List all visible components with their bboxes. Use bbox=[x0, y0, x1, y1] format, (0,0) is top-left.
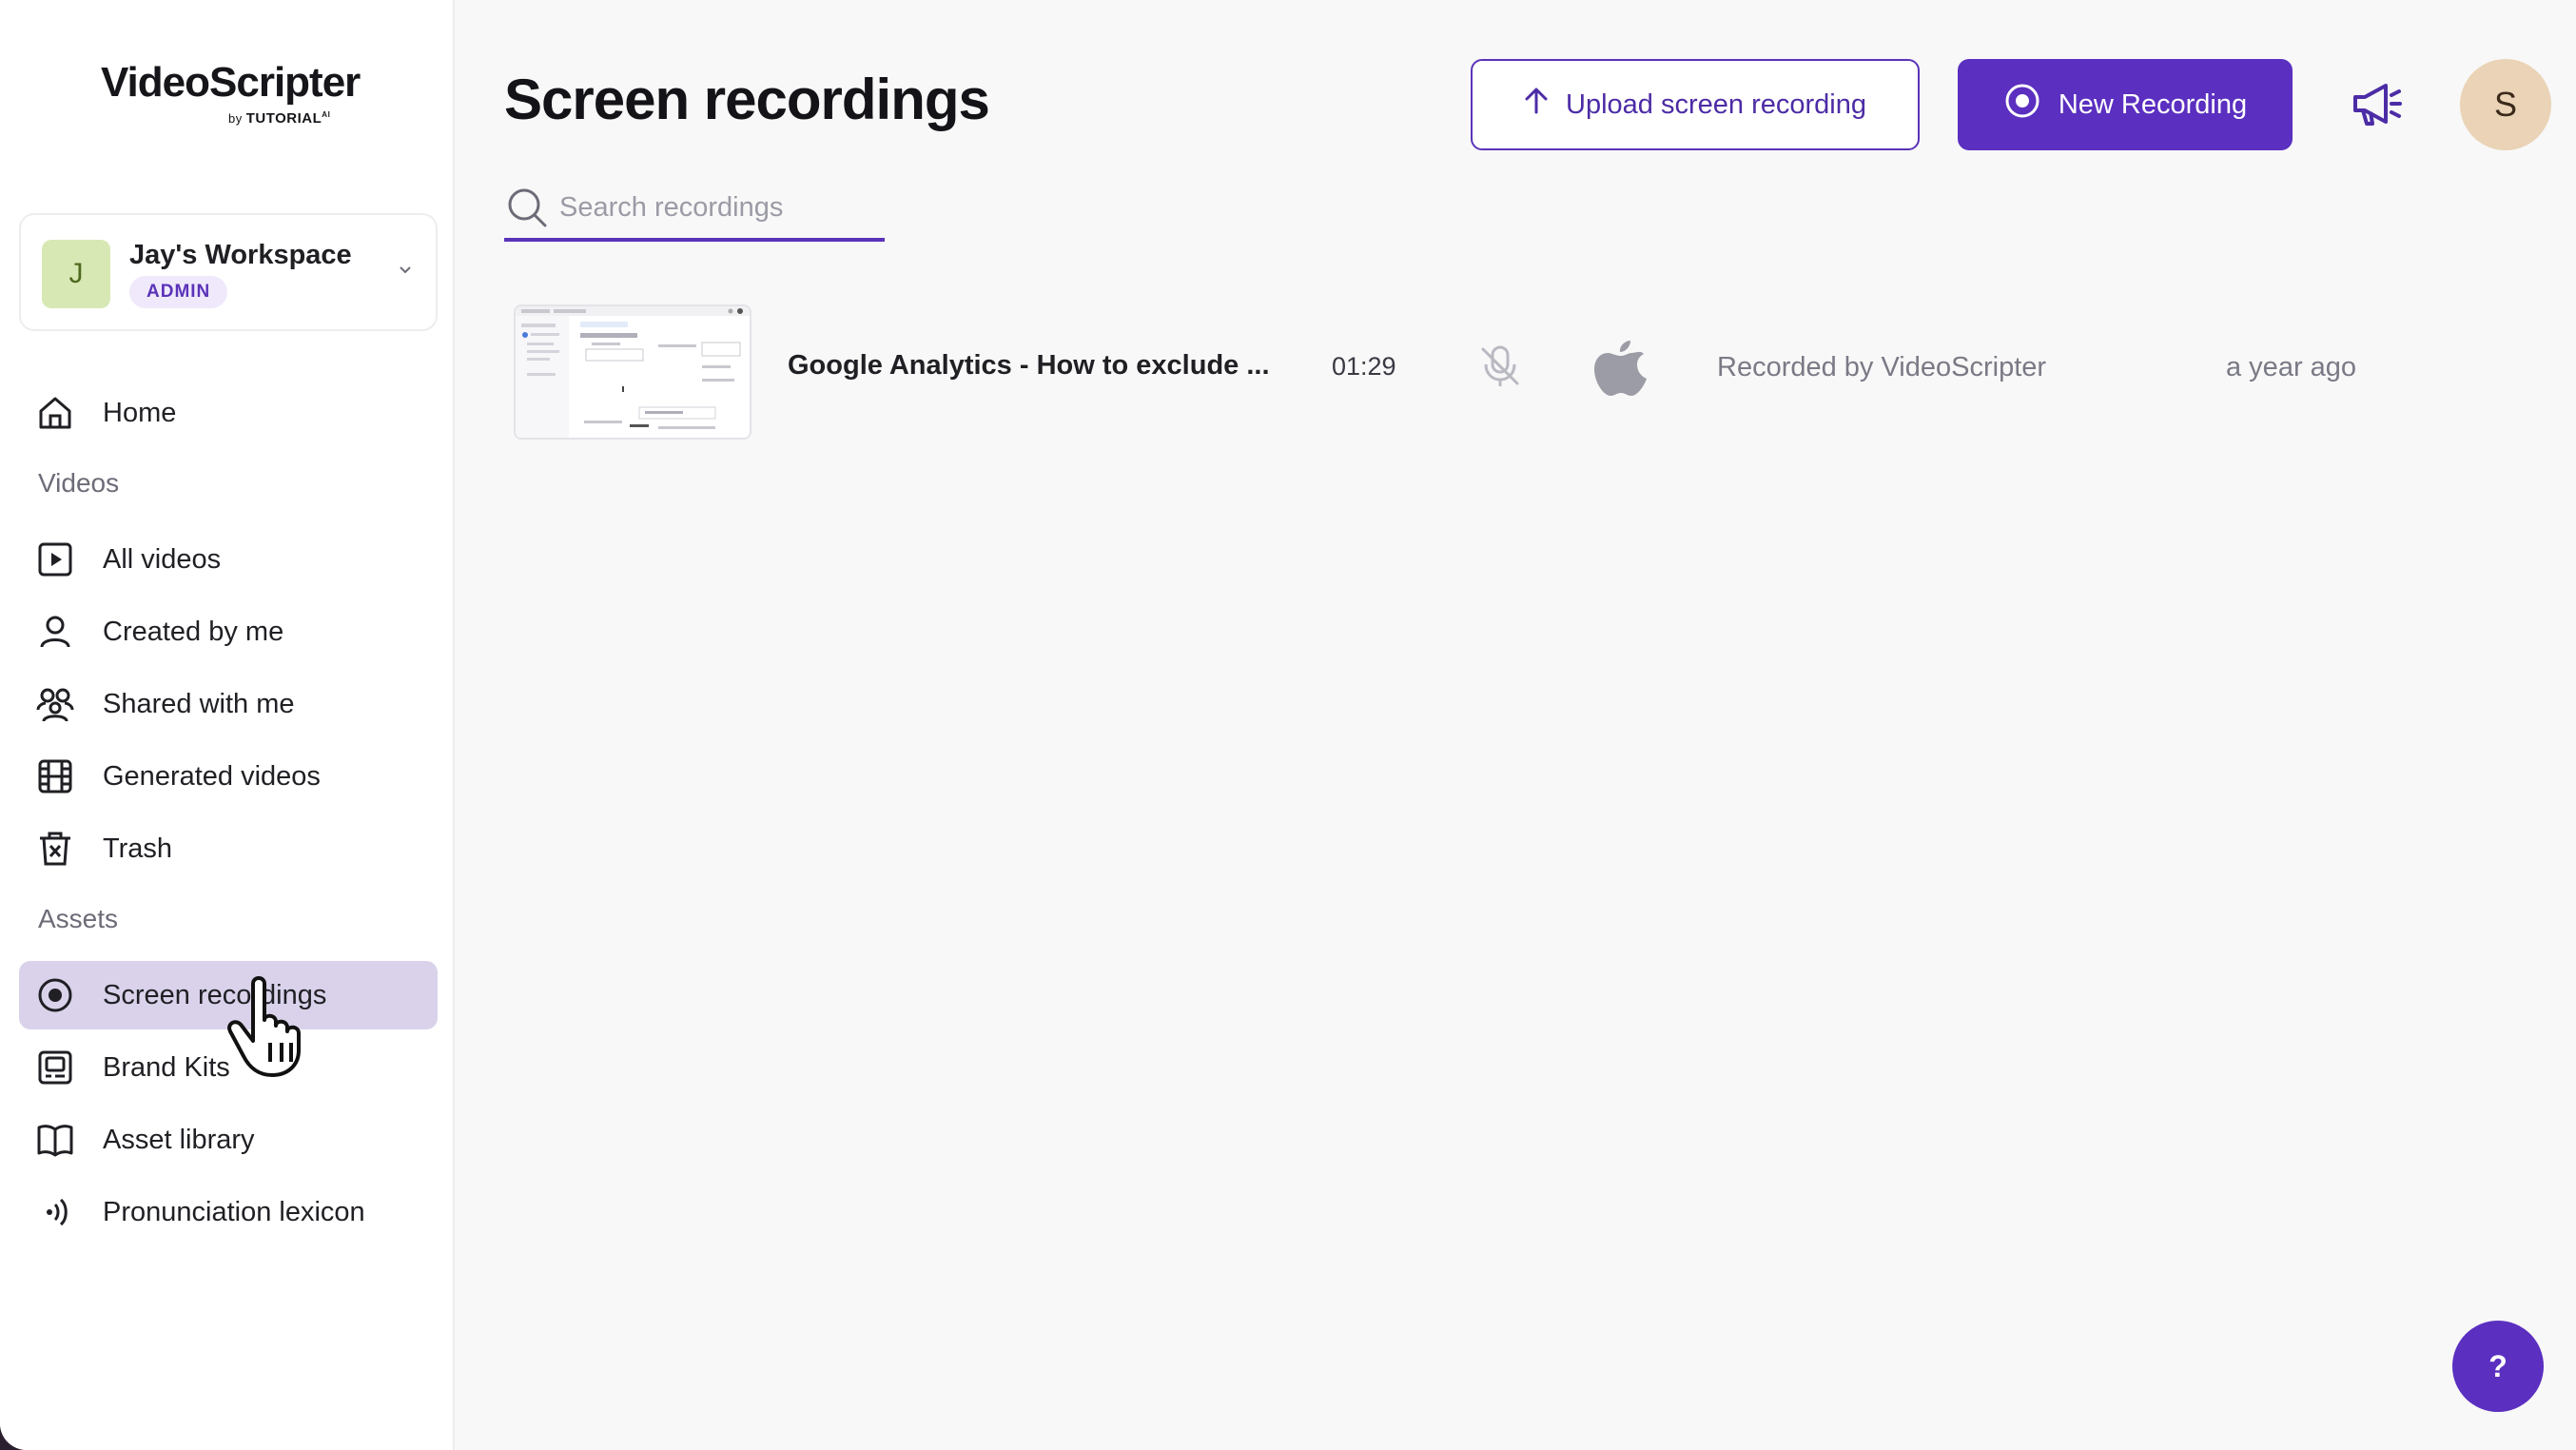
film-icon bbox=[36, 757, 74, 795]
sidebar-section-assets: Assets bbox=[38, 904, 119, 933]
new-recording-label: New Recording bbox=[2058, 88, 2248, 120]
sidebar-item-shared-with-me[interactable]: Shared with me bbox=[19, 670, 438, 738]
recording-source: Recorded by VideoScripter bbox=[1717, 352, 2047, 382]
user-icon bbox=[36, 613, 74, 651]
sidebar: VideoScripter by TUTORIALAI J Jay's Works… bbox=[0, 0, 455, 1450]
sidebar-item-label: Screen recordings bbox=[103, 980, 327, 1010]
megaphone-icon[interactable] bbox=[2348, 76, 2405, 133]
sidebar-item-label: Pronunciation lexicon bbox=[103, 1197, 365, 1227]
sidebar-item-asset-library[interactable]: Asset library bbox=[19, 1106, 438, 1174]
apple-icon bbox=[1592, 337, 1649, 398]
sidebar-item-all-videos[interactable]: All videos bbox=[19, 525, 438, 594]
book-icon bbox=[36, 1121, 74, 1159]
help-button[interactable]: ? bbox=[2452, 1321, 2544, 1412]
recording-row[interactable]: Google Analytics - How to exclude ... 01… bbox=[504, 299, 2407, 441]
record-icon bbox=[2003, 82, 2041, 127]
users-icon bbox=[36, 685, 74, 723]
microphone-off-icon bbox=[1476, 343, 1524, 390]
recording-title[interactable]: Google Analytics - How to exclude ... bbox=[788, 350, 1270, 382]
videoscripter-logo[interactable]: VideoScripter by TUTORIALAI bbox=[101, 59, 361, 135]
workspace-role-badge: ADMIN bbox=[129, 276, 228, 308]
sidebar-item-label: Home bbox=[103, 398, 177, 428]
upload-button-label: Upload screen recording bbox=[1566, 88, 1866, 120]
sidebar-item-generated-videos[interactable]: Generated videos bbox=[19, 742, 438, 811]
logo-wordmark: VideoScripter bbox=[101, 59, 361, 106]
upload-screen-recording-button[interactable]: Upload screen recording bbox=[1471, 59, 1920, 150]
logo-byline: by TUTORIALAI bbox=[228, 110, 330, 127]
sidebar-item-brand-kits[interactable]: Brand Kits bbox=[19, 1033, 438, 1102]
logo-company-suffix: AI bbox=[322, 110, 331, 119]
app-window: VideoScripter by TUTORIALAI J Jay's Works… bbox=[0, 0, 2576, 1450]
search-icon bbox=[506, 186, 548, 228]
sidebar-section-videos: Videos bbox=[38, 468, 120, 498]
arrow-up-icon bbox=[1524, 87, 1549, 123]
chevron-down-icon bbox=[396, 261, 415, 280]
sidebar-item-label: Brand Kits bbox=[103, 1052, 230, 1083]
home-icon bbox=[36, 394, 74, 432]
play-square-icon bbox=[36, 540, 74, 578]
new-recording-button[interactable]: New Recording bbox=[1958, 59, 2293, 150]
logo-company: TUTORIAL bbox=[245, 110, 322, 127]
search-input[interactable] bbox=[559, 186, 873, 228]
sidebar-item-screen-recordings[interactable]: Screen recordings bbox=[19, 961, 438, 1029]
workspace-switcher[interactable]: J Jay's Workspace ADMIN bbox=[19, 213, 438, 331]
logo-by: by bbox=[228, 111, 243, 126]
sidebar-item-label: Generated videos bbox=[103, 761, 321, 792]
sidebar-item-label: Asset library bbox=[103, 1125, 255, 1155]
sidebar-item-label: All videos bbox=[103, 544, 222, 575]
sidebar-item-label: Shared with me bbox=[103, 689, 295, 719]
sidebar-item-label: Created by me bbox=[103, 617, 284, 647]
sound-waves-icon bbox=[36, 1193, 74, 1231]
sidebar-item-created-by-me[interactable]: Created by me bbox=[19, 598, 438, 666]
search-bar bbox=[504, 181, 885, 242]
recording-timestamp: a year ago bbox=[2226, 352, 2357, 382]
page-title: Screen recordings bbox=[504, 68, 990, 131]
trash-icon bbox=[36, 830, 74, 868]
sidebar-item-home[interactable]: Home bbox=[19, 379, 438, 447]
recording-thumbnail[interactable] bbox=[514, 304, 751, 440]
sidebar-item-trash[interactable]: Trash bbox=[19, 814, 438, 883]
sidebar-item-pronunciation-lexicon[interactable]: Pronunciation lexicon bbox=[19, 1178, 438, 1246]
record-icon bbox=[36, 976, 74, 1014]
workspace-avatar: J bbox=[42, 240, 110, 308]
workspace-name: Jay's Workspace bbox=[129, 240, 352, 270]
recording-duration: 01:29 bbox=[1332, 352, 1396, 381]
sidebar-item-label: Trash bbox=[103, 833, 173, 864]
brand-kit-icon bbox=[36, 1048, 74, 1087]
user-avatar[interactable]: S bbox=[2460, 59, 2551, 150]
